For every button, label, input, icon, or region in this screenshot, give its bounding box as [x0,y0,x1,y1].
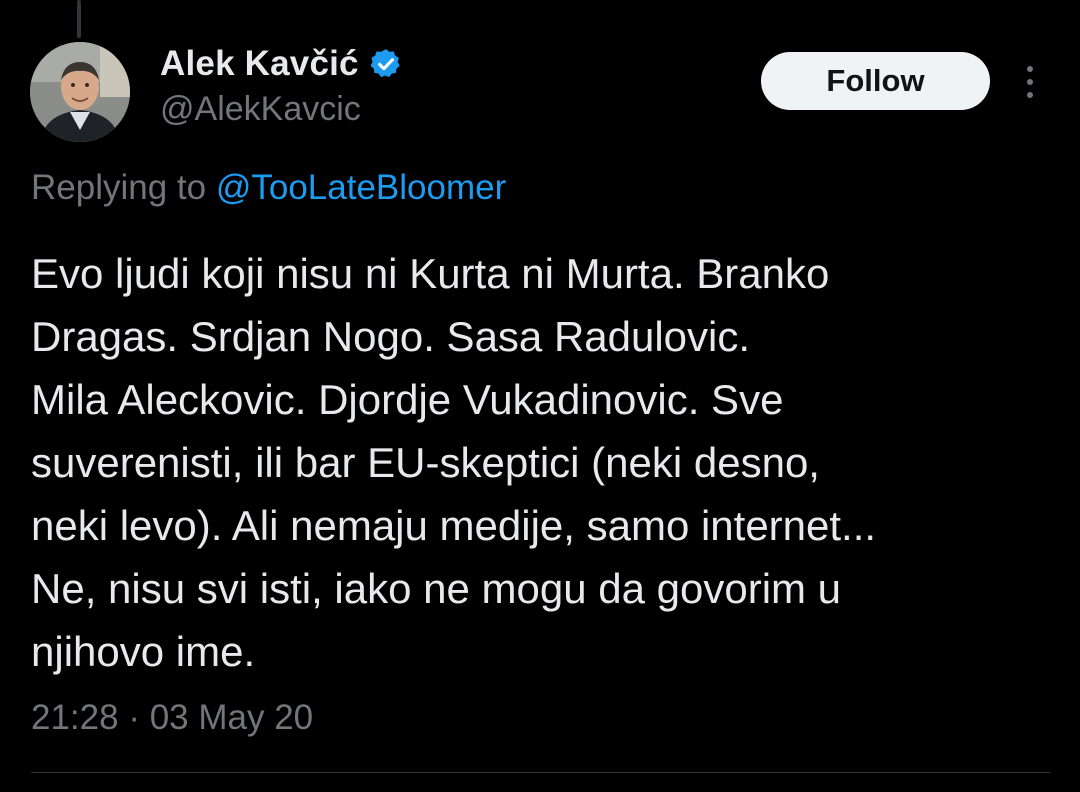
replying-to-label: Replying to [31,168,207,207]
profile-photo-icon [30,42,130,142]
tweet-body: Evo ljudi koji nisu ni Kurta ni Murta. B… [31,250,877,675]
more-dot [1027,92,1033,98]
verified-badge-icon [370,49,400,78]
reply-to-handle-link[interactable]: @TooLateBloomer [216,168,506,207]
tweet-timestamp[interactable]: 21:28 · 03 May 20 [31,698,313,738]
tweet-time: 21:28 [31,698,119,737]
tweet-date: 03 May 20 [149,698,314,737]
author-name-row: Alek Kavčić [160,42,403,86]
more-dot [1027,66,1033,72]
more-dot [1027,79,1033,85]
more-options-icon[interactable] [1016,62,1044,102]
divider [31,772,1050,773]
meta-separator: · [128,698,140,737]
avatar[interactable] [30,42,130,142]
follow-button[interactable]: Follow [761,52,990,110]
author-display-name[interactable]: Alek Kavčić [160,44,359,84]
thread-connector-line [77,0,81,38]
replying-to-line: Replying to @TooLateBloomer [31,168,506,208]
author-handle[interactable]: @AlekKavcic [160,90,361,129]
